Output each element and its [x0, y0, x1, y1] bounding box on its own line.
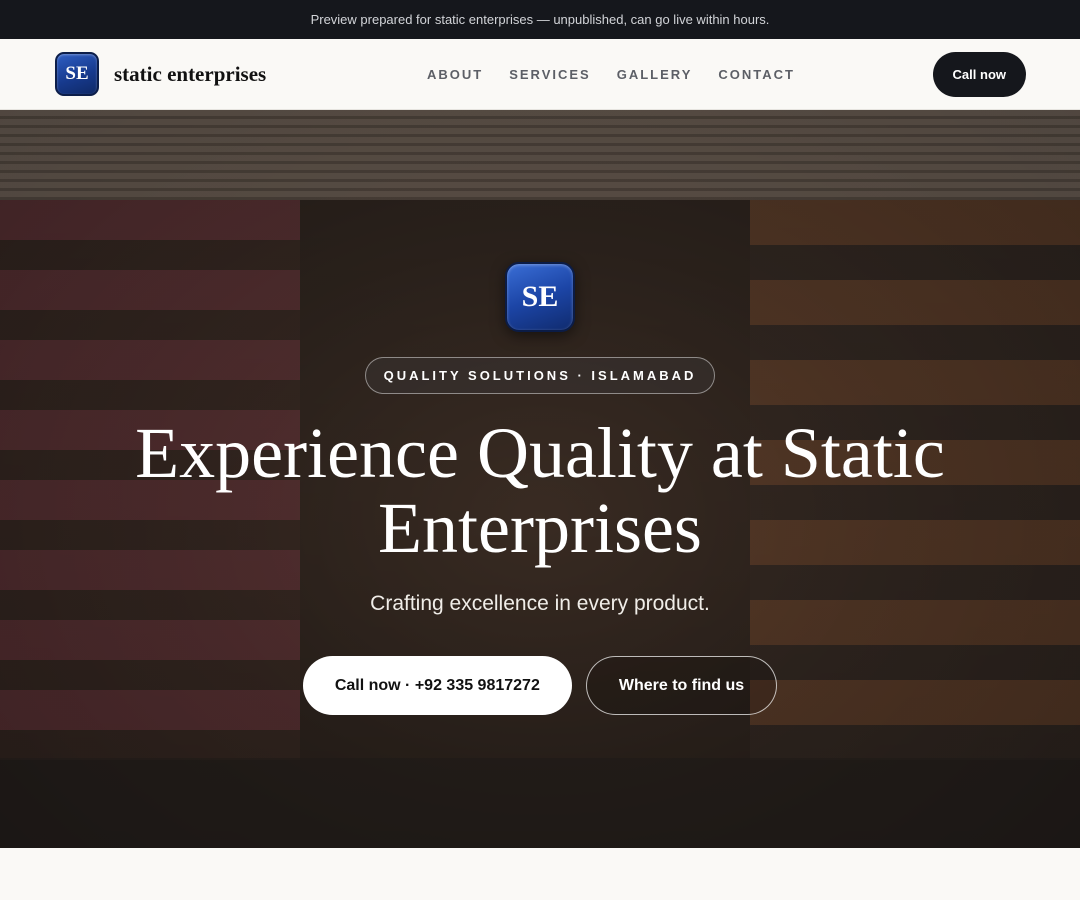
brand[interactable]: SE static enterprises	[55, 52, 266, 96]
main-menu: ABOUT SERVICES GALLERY CONTACT	[427, 39, 795, 109]
nav-item-about[interactable]: ABOUT	[427, 67, 483, 82]
nav-item-contact[interactable]: CONTACT	[718, 67, 795, 82]
hero-badge: QUALITY SOLUTIONS · ISLAMABAD	[364, 357, 716, 394]
hero-logo: SE	[505, 262, 575, 332]
call-now-button[interactable]: Call now · +92 335 9817272	[302, 656, 572, 715]
announcement-bar: Preview prepared for static enterprises …	[0, 0, 1080, 39]
hero-section: SE QUALITY SOLUTIONS · ISLAMABAD Experie…	[0, 110, 1080, 848]
nav-item-services[interactable]: SERVICES	[509, 67, 591, 82]
hero-actions: Call now · +92 335 9817272 Where to find…	[0, 656, 1080, 715]
hero-subtitle: Crafting excellence in every product.	[370, 592, 710, 615]
hero-background-floor	[0, 758, 1080, 848]
nav-item-gallery[interactable]: GALLERY	[617, 67, 693, 82]
next-section	[0, 848, 1080, 900]
site-header: SE static enterprises ABOUT SERVICES GAL…	[0, 39, 1080, 110]
brand-logo: SE	[55, 52, 99, 96]
hero-title: Experience Quality at Static Enterprises	[135, 413, 945, 568]
hero-content: SE QUALITY SOLUTIONS · ISLAMABAD Experie…	[0, 110, 1080, 715]
announcement-text: Preview prepared for static enterprises …	[310, 12, 770, 27]
header-call-button[interactable]: Call now	[932, 51, 1026, 97]
find-us-button[interactable]: Where to find us	[585, 656, 778, 715]
brand-name: static enterprises	[114, 61, 267, 86]
